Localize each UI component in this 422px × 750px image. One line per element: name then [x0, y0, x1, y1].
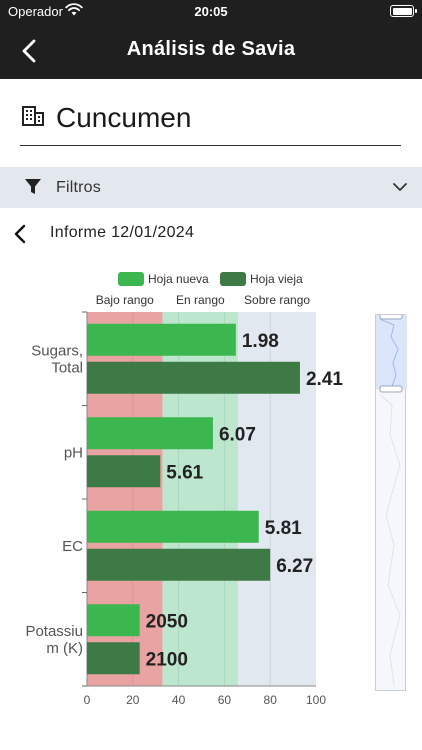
- scroll-handle-bottom[interactable]: [379, 385, 403, 393]
- x-tick-label-3: 40: [172, 693, 186, 707]
- bar-hoja-nueva-4: [87, 604, 140, 637]
- previous-report-icon[interactable]: [8, 220, 34, 248]
- bar-hoja-vieja-1: [87, 361, 300, 394]
- data-label-hoja-nueva-4: 2050: [146, 611, 188, 632]
- legend-swatch-1: [118, 272, 144, 286]
- x-tick-label-6: 100: [306, 693, 326, 707]
- report-date-label: Informe 12/01/2024: [50, 224, 195, 241]
- filter-icon: [25, 179, 41, 194]
- legend-label-1: Hoja nueva: [148, 272, 209, 286]
- category-label-1-line-1: Sugars,: [31, 342, 83, 359]
- page-title: Análisis de Savia: [126, 38, 296, 60]
- scroll-window[interactable]: [376, 315, 407, 389]
- category-label-1-line-2: Total: [51, 359, 83, 376]
- filters-label: Filtros: [56, 179, 101, 196]
- chart-scroll-navigator[interactable]: [375, 312, 407, 691]
- building-icon: [22, 106, 44, 126]
- legend-swatch-2: [220, 272, 246, 286]
- bar-hoja-vieja-3: [87, 548, 271, 581]
- station-selector[interactable]: Cuncumen: [20, 98, 401, 146]
- category-label-4-line-1: Potassiu: [25, 623, 83, 640]
- category-label-2-line-1: pH: [64, 444, 83, 461]
- x-tick-label-5: 80: [264, 693, 278, 707]
- filters-bar[interactable]: Filtros: [0, 167, 422, 208]
- data-label-hoja-nueva-3: 5.81: [265, 518, 302, 539]
- clock: 20:05: [194, 4, 228, 19]
- data-label-hoja-vieja-1: 2.41: [306, 369, 343, 390]
- data-label-hoja-nueva-1: 1.98: [242, 331, 279, 352]
- legend-label-2: Hoja vieja: [250, 272, 303, 286]
- data-label-hoja-vieja-3: 6.27: [276, 556, 313, 577]
- bar-hoja-vieja-2: [87, 455, 161, 488]
- bar-hoja-nueva-3: [87, 510, 259, 543]
- data-label-hoja-vieja-4: 2100: [146, 649, 188, 670]
- status-bar: Operador 20:05: [0, 0, 422, 22]
- x-tick-label-2: 20: [126, 693, 140, 707]
- sap-analysis-chart: Hoja nueva Hoja vieja Bajo rango En rango So…: [25, 272, 343, 707]
- bar-hoja-vieja-4: [87, 642, 140, 675]
- chevron-down-icon[interactable]: [392, 180, 408, 194]
- x-tick-label-1: 0: [84, 693, 91, 707]
- range-band-label-3: Sobre rango: [244, 293, 310, 307]
- station-name: Cuncumen: [56, 102, 192, 133]
- scroll-handle-top[interactable]: [379, 312, 403, 320]
- bar-hoja-nueva-1: [87, 323, 236, 356]
- data-label-hoja-nueva-2: 6.07: [219, 424, 256, 445]
- range-band-label-2: En rango: [176, 293, 225, 307]
- category-label-4-line-2: m (K): [46, 640, 83, 657]
- x-tick-label-4: 60: [218, 693, 232, 707]
- category-label-3-line-1: EC: [62, 538, 83, 555]
- bar-hoja-nueva-2: [87, 417, 213, 450]
- navigation-bar: Análisis de Savia: [0, 22, 422, 79]
- range-band-label-1: Bajo rango: [96, 293, 154, 307]
- report-selector: Informe 12/01/2024: [0, 218, 422, 250]
- battery-icon: [390, 5, 417, 17]
- data-label-hoja-vieja-2: 5.61: [166, 462, 203, 483]
- scroll-preview: [376, 312, 407, 686]
